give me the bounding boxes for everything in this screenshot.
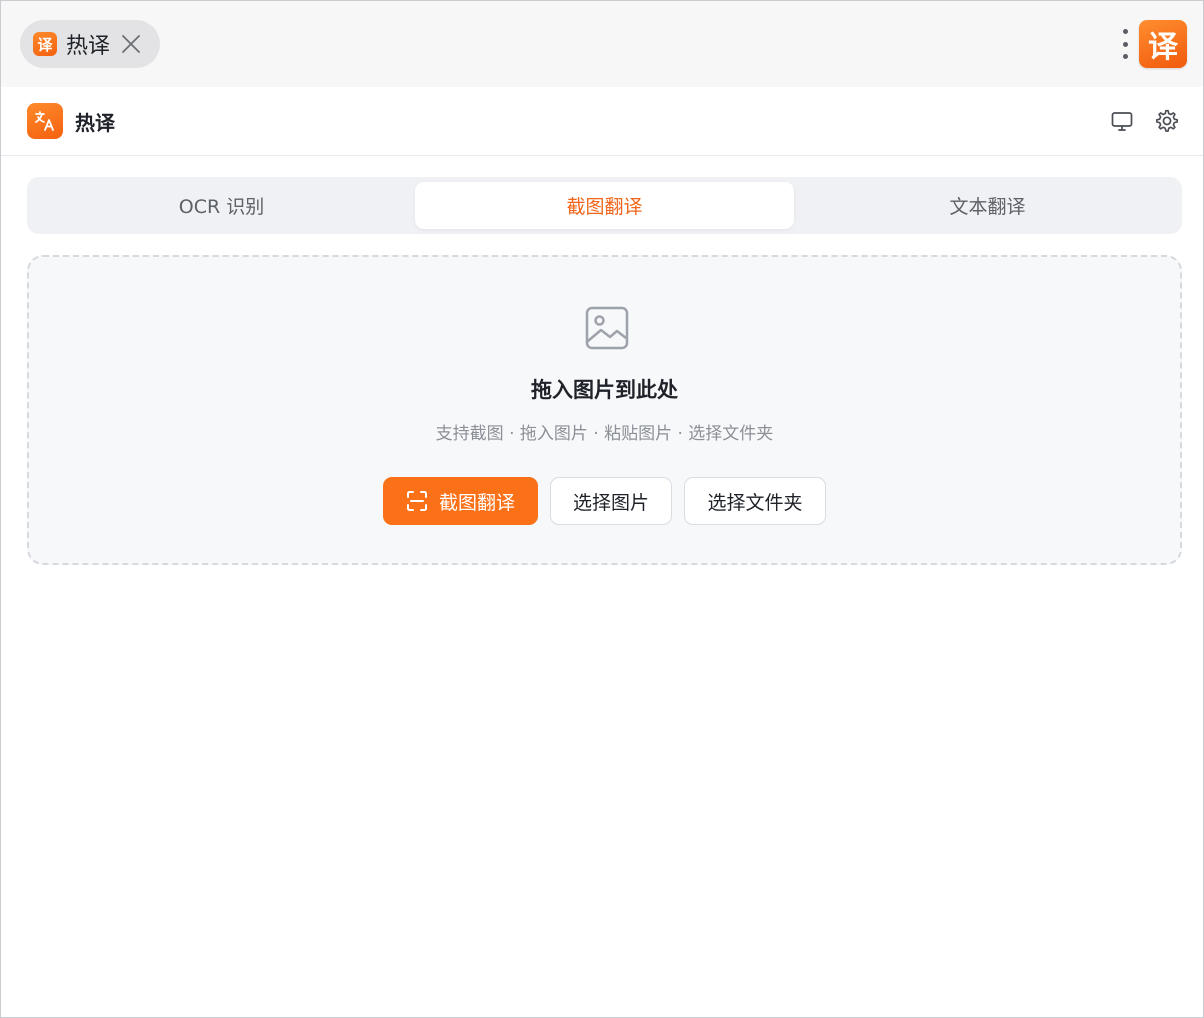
select-folder-button[interactable]: 选择文件夹 <box>684 477 826 525</box>
close-icon[interactable] <box>120 33 142 55</box>
image-drop-zone[interactable]: 拖入图片到此处 支持截图 · 拖入图片 · 粘贴图片 · 选择文件夹 截图翻译 … <box>27 255 1182 565</box>
window-tab[interactable]: 译 热译 <box>20 20 160 68</box>
mode-tabs: OCR 识别 截图翻译 文本翻译 <box>27 177 1182 234</box>
title-bar: 译 热译 译 <box>1 1 1203 87</box>
app-window: 译 热译 译 热译 OCR 识别 截图翻译 文本翻译 拖入图片到此处 支持截图 … <box>0 0 1204 1018</box>
monitor-icon[interactable] <box>1108 107 1136 135</box>
app-name: 热译 <box>75 111 115 135</box>
app-header: 热译 <box>1 87 1203 156</box>
scan-icon <box>406 491 427 511</box>
more-vertical-icon[interactable] <box>1115 27 1135 61</box>
app-badge-icon[interactable]: 译 <box>1139 20 1187 68</box>
screenshot-translate-label: 截图翻译 <box>438 491 515 514</box>
tab-logo-icon: 译 <box>33 32 57 56</box>
tab-text-translate[interactable]: 文本翻译 <box>798 182 1177 229</box>
gear-icon[interactable] <box>1153 107 1181 135</box>
select-image-button[interactable]: 选择图片 <box>550 477 672 525</box>
image-icon <box>584 305 630 351</box>
tab-title: 热译 <box>66 34 111 59</box>
tab-ocr[interactable]: OCR 识别 <box>32 182 411 229</box>
tab-screenshot-translate[interactable]: 截图翻译 <box>415 182 794 229</box>
drop-zone-hint: 支持截图 · 拖入图片 · 粘贴图片 · 选择文件夹 <box>435 424 774 444</box>
translate-icon <box>27 103 63 139</box>
drop-zone-title: 拖入图片到此处 <box>531 378 678 402</box>
screenshot-translate-button[interactable]: 截图翻译 <box>383 477 538 525</box>
